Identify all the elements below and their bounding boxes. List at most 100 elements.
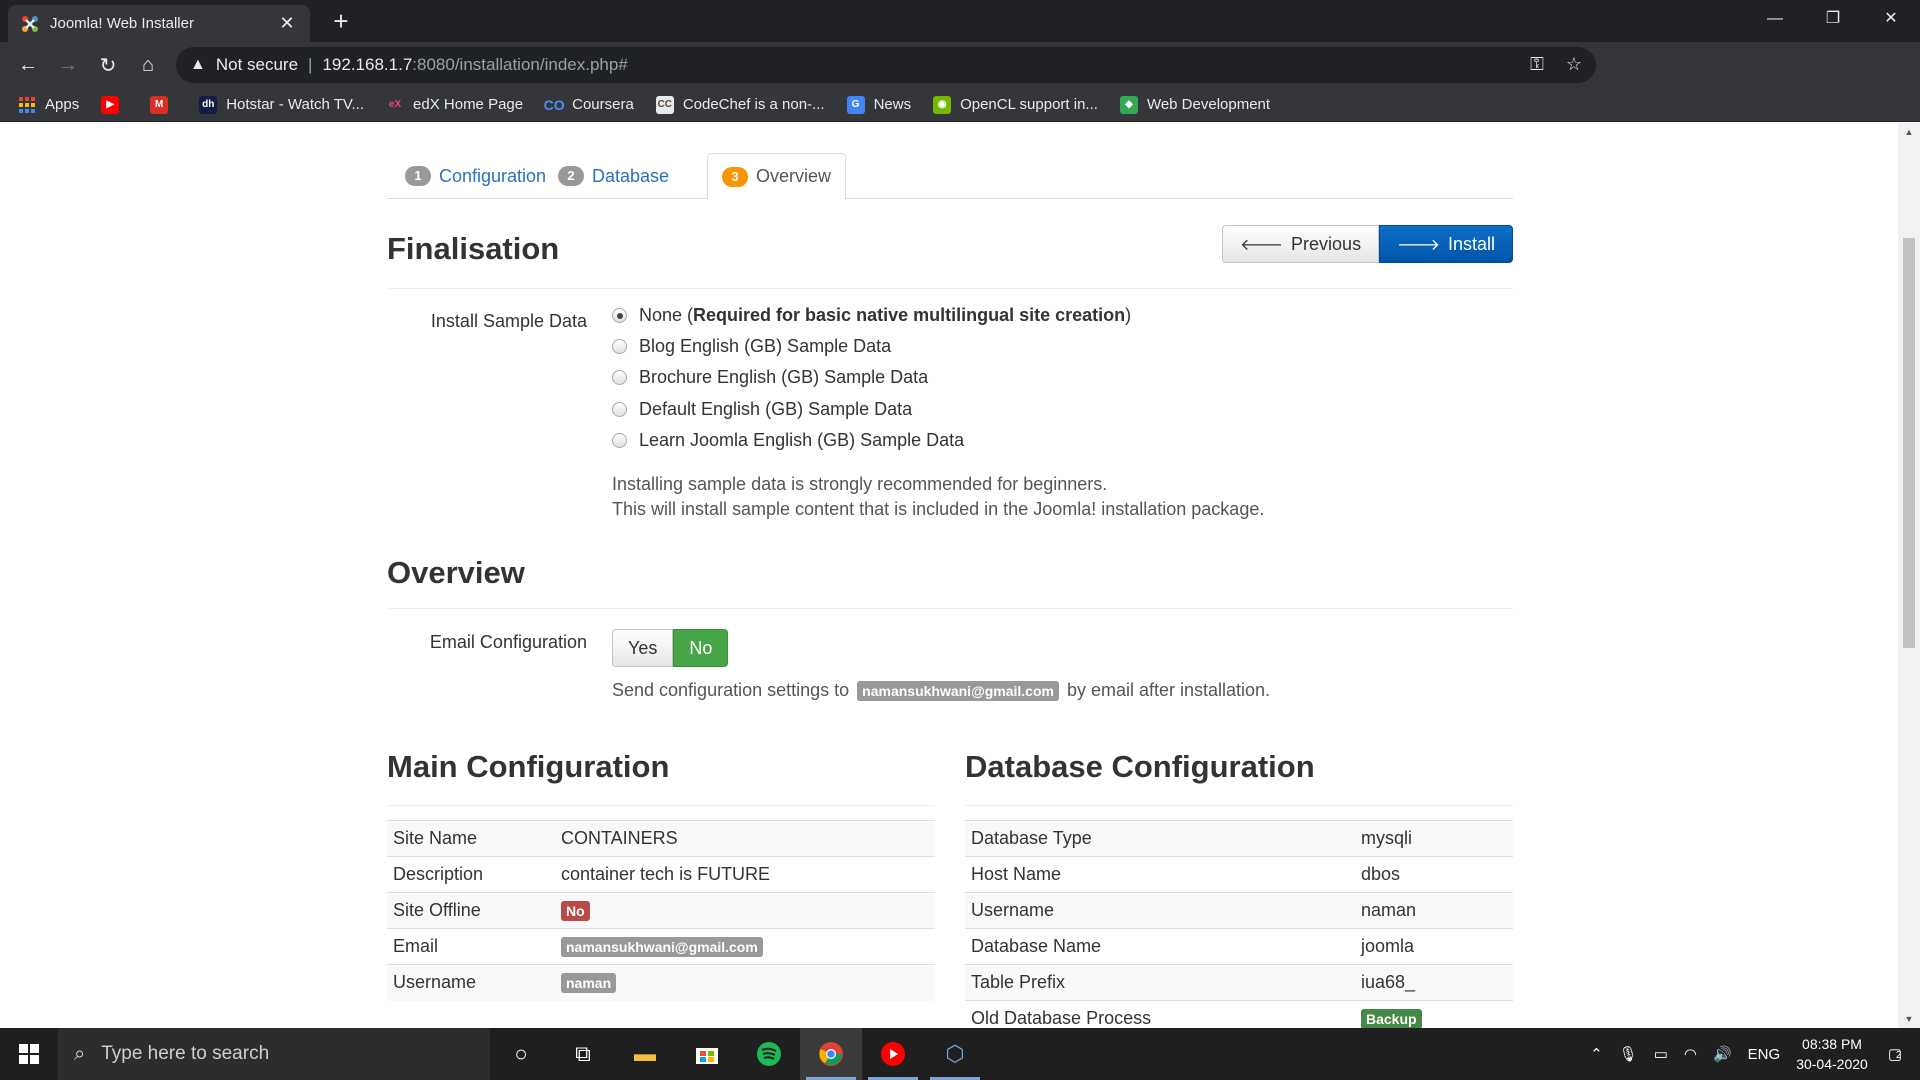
address-bar[interactable]: ▲ Not secure | 192.168.1.7 :8080/install… xyxy=(176,47,1596,83)
new-tab-button[interactable]: + xyxy=(326,6,356,36)
bookmark-news[interactable]: G News xyxy=(846,95,911,114)
bookmark-codechef[interactable]: CC CodeChef is a non-... xyxy=(655,95,825,114)
finalisation-title: Finalisation xyxy=(387,231,560,266)
install-button[interactable]: 🡒 Install xyxy=(1379,225,1513,263)
status-badge: No xyxy=(561,901,590,921)
bookmark-edx[interactable]: eX edX Home Page xyxy=(386,96,523,114)
back-arrow-icon[interactable]: ← xyxy=(8,45,48,85)
sample-option-learn[interactable]: Learn Joomla English (GB) Sample Data xyxy=(612,430,964,451)
google-news-icon: G xyxy=(846,95,865,114)
arrow-left-icon: 🡐 xyxy=(1240,236,1284,254)
wizard-buttons: 🡐 Previous 🡒 Install xyxy=(1222,225,1513,263)
email-badge: namansukhwani@gmail.com xyxy=(857,680,1059,701)
edx-icon: eX xyxy=(388,99,402,110)
nvidia-icon: ◉ xyxy=(933,95,952,114)
microphone-icon[interactable]: 🎙 xyxy=(1619,1045,1638,1063)
url-host: 192.168.1.7 xyxy=(322,55,413,74)
file-explorer-icon[interactable]: ▬ xyxy=(614,1028,676,1080)
bookmark-web-development[interactable]: ◆ Web Development xyxy=(1119,95,1270,114)
sample-option-default[interactable]: Default English (GB) Sample Data xyxy=(612,399,912,420)
volume-icon[interactable]: 🔊 xyxy=(1713,1045,1732,1063)
warning-triangle-icon: ▲ xyxy=(190,56,206,73)
joomla-installer-page: 1 Configuration 2 Database 3 Overview Fi… xyxy=(0,123,1898,1028)
status-badge: Backup xyxy=(1361,1009,1422,1028)
notification-center-icon[interactable]: ▢ 2 xyxy=(1888,1045,1902,1063)
divider xyxy=(387,608,1513,609)
db-config-title: Database Configuration xyxy=(965,749,1315,784)
table-row: Site Name CONTAINERS xyxy=(387,820,935,857)
apps-grid-icon xyxy=(18,96,36,114)
bookmarks-bar: Apps ▶ M dh Hotstar - Watch TV... eX edX… xyxy=(0,88,1920,122)
scroll-up-icon[interactable]: ▲ xyxy=(1903,127,1915,137)
email-config-yes-button[interactable]: Yes xyxy=(612,629,674,667)
virtualbox-icon[interactable]: ⬡ xyxy=(924,1028,986,1080)
sample-option-brochure[interactable]: Brochure English (GB) Sample Data xyxy=(612,367,928,388)
main-config-title: Main Configuration xyxy=(387,749,670,784)
sample-option-blog[interactable]: Blog English (GB) Sample Data xyxy=(612,336,891,357)
email-config-toggle: Yes No xyxy=(612,629,729,667)
chevron-up-icon[interactable]: ⌃ xyxy=(1590,1045,1603,1063)
search-icon: ⌕ xyxy=(74,1042,86,1065)
bookmark-coursera[interactable]: CO Coursera xyxy=(544,96,634,114)
tab-configuration[interactable]: 1 Configuration xyxy=(391,153,560,199)
windows-start-icon[interactable] xyxy=(0,1028,58,1080)
email-send-note: Send configuration settings to namansukh… xyxy=(612,680,1271,701)
page-scrollbar[interactable]: ▲ ▼ xyxy=(1898,123,1920,1028)
forward-arrow-icon[interactable]: → xyxy=(48,45,88,85)
install-steps-nav: 1 Configuration 2 Database 3 Overview xyxy=(387,153,1513,200)
restore-icon[interactable]: ❐ xyxy=(1804,0,1862,38)
tab-close-icon[interactable]: ✕ xyxy=(276,13,298,34)
scrollbar-thumb[interactable] xyxy=(1903,238,1915,648)
microsoft-store-icon[interactable] xyxy=(676,1028,738,1080)
home-icon[interactable]: ⌂ xyxy=(128,45,168,85)
db-config-table: Database Type mysqli Host Name dbos Userna… xyxy=(965,820,1513,1028)
tab-database[interactable]: 2 Database xyxy=(544,153,683,199)
email-config-no-button[interactable]: No xyxy=(673,629,729,667)
radio-icon[interactable] xyxy=(612,402,627,417)
table-row: Host Name dbos xyxy=(965,856,1513,893)
battery-icon[interactable]: ▭ xyxy=(1654,1045,1668,1063)
minimize-icon[interactable]: — xyxy=(1746,0,1804,38)
sample-data-label: Install Sample Data xyxy=(430,311,587,331)
bookmark-gmail[interactable]: M xyxy=(150,95,177,114)
browser-tab[interactable]: Joomla! Web Installer ✕ xyxy=(8,5,310,42)
divider xyxy=(387,805,935,806)
gmail-icon: M xyxy=(150,95,169,114)
divider xyxy=(965,805,1513,806)
wifi-icon[interactable]: ◠ xyxy=(1684,1045,1697,1063)
tab-overview[interactable]: 3 Overview xyxy=(707,153,847,200)
bookmark-opencl[interactable]: ◉ OpenCL support in... xyxy=(933,95,1098,114)
table-row: Site Offline No xyxy=(387,892,935,929)
bookmark-star-icon[interactable]: ☆ xyxy=(1566,54,1582,75)
radio-icon[interactable] xyxy=(612,433,627,448)
bookmark-hotstar[interactable]: dh Hotstar - Watch TV... xyxy=(199,95,364,114)
bookmark-youtube[interactable]: ▶ xyxy=(101,95,128,114)
spotify-icon[interactable] xyxy=(738,1028,800,1080)
key-icon[interactable]: ⚿ xyxy=(1530,54,1544,75)
chrome-icon[interactable] xyxy=(800,1028,862,1080)
arrow-right-icon: 🡒 xyxy=(1397,236,1440,254)
taskbar-search-input[interactable]: ⌕ Type here to search xyxy=(58,1028,490,1080)
previous-button[interactable]: 🡐 Previous xyxy=(1222,225,1380,263)
table-row: Username naman xyxy=(965,892,1513,929)
window-close-icon[interactable]: ✕ xyxy=(1862,0,1920,38)
table-row: Old Database Process Backup xyxy=(965,1000,1513,1028)
tab-title: Joomla! Web Installer xyxy=(50,15,194,32)
scroll-down-icon[interactable]: ▼ xyxy=(1903,1014,1915,1024)
task-view-icon[interactable]: ⧉ xyxy=(552,1028,614,1080)
clock[interactable]: 08:38 PM 30-04-2020 xyxy=(1796,1034,1868,1074)
radio-icon[interactable] xyxy=(612,370,627,385)
main-config-table: Site Name CONTAINERS Description container… xyxy=(387,820,935,1001)
bookmark-apps[interactable]: Apps xyxy=(18,96,79,114)
sample-option-none[interactable]: None (Required for basic native multilin… xyxy=(612,305,1131,326)
reload-icon[interactable]: ↻ xyxy=(88,45,128,85)
radio-icon[interactable] xyxy=(612,339,627,354)
table-row: Database Type mysqli xyxy=(965,820,1513,857)
youtube-music-icon[interactable] xyxy=(862,1028,924,1080)
table-row: Table Prefix iua68_ xyxy=(965,964,1513,1001)
username-badge: naman xyxy=(561,973,617,994)
language-indicator[interactable]: ENG xyxy=(1748,1046,1781,1063)
cortana-icon[interactable]: ○ xyxy=(490,1028,552,1080)
radio-checked-icon[interactable] xyxy=(612,308,627,323)
youtube-icon: ▶ xyxy=(101,95,120,114)
